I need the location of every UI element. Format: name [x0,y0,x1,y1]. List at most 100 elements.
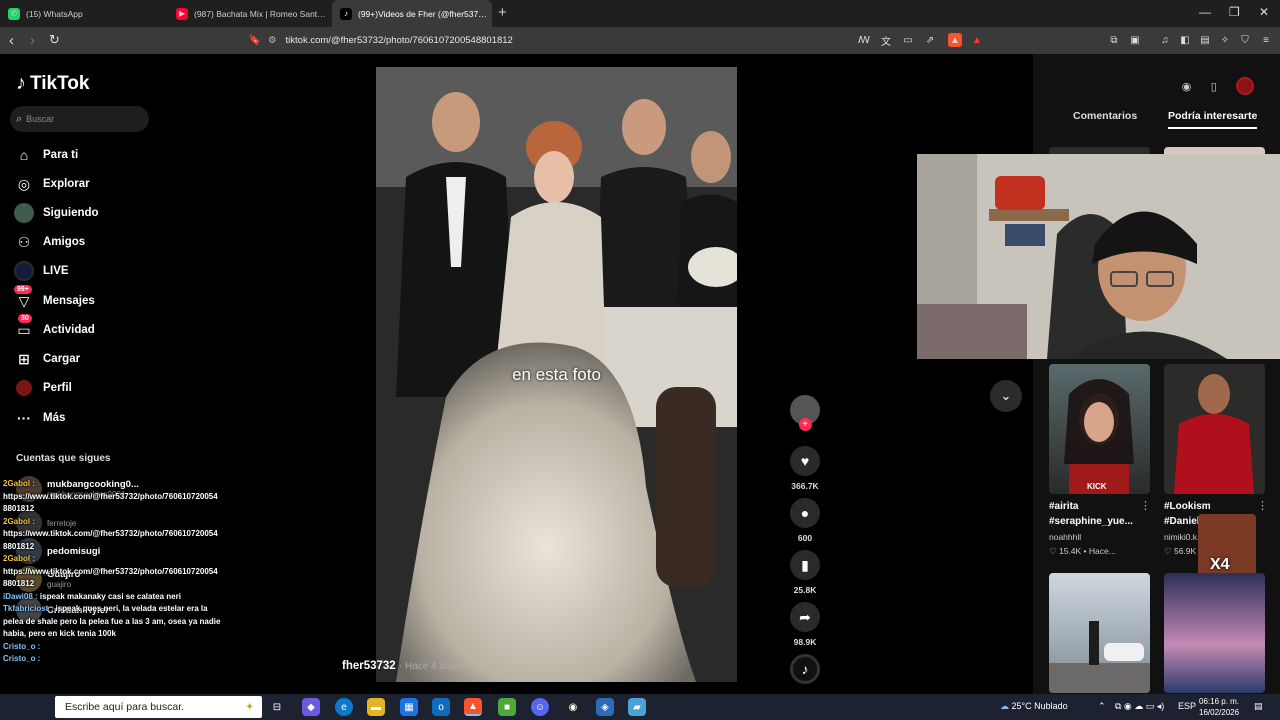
save-button[interactable]: ▮ 25.8K [789,550,821,595]
chat-line: 2Gabol : [0,553,230,566]
home-icon: ⌂ [19,147,29,163]
nav-siguiendo[interactable]: Siguiendo [14,203,99,223]
messages-icon: ▽ 99+ [14,285,34,311]
mute-icon[interactable]: ꟿ [857,33,871,47]
minecraft-icon[interactable]: ■ [498,698,516,716]
search-input[interactable]: ⌕ Buscar [10,106,149,132]
store-icon[interactable]: ▦ [400,698,418,716]
discord-icon[interactable]: ☺ [531,698,549,716]
language-indicator[interactable]: ESP [1178,701,1196,711]
translate-icon[interactable]: 文 [879,33,893,48]
edge-icon[interactable]: e [335,698,353,716]
outlook-icon[interactable]: o [432,698,450,716]
card-more-icon[interactable]: ⋮ [1257,499,1268,512]
extensions-icon[interactable]: ⧉ [1107,33,1121,47]
weather[interactable]: ☁ 25°C Nublado [1000,701,1068,712]
activity-icon: ▭ 30 [17,314,32,338]
nav-mas[interactable]: ··· Más [14,408,65,428]
chat-text: habia, pero en kick tenia 100k [3,629,116,638]
tab-youtube[interactable]: ▶ (987) Bachata Mix | Romeo Sant… [168,0,332,27]
tab-comentarios[interactable]: Comentarios [1073,110,1137,122]
nav-actividad[interactable]: ▭ 30 Actividad [14,314,95,340]
device-icon[interactable]: ▯ [1211,80,1217,93]
tab-whatsapp[interactable]: ✆ (15) WhatsApp [0,0,168,27]
back-icon[interactable]: ‹ [9,32,14,49]
card-meta: noahhhll ♡ 15.4K • Hace... [1049,530,1116,558]
minimize-icon[interactable]: — [1199,5,1211,19]
video-thumbnail-image [1064,379,1134,494]
like-button[interactable]: ♥ 366.7K [789,446,821,491]
forward-icon[interactable]: › [30,32,35,49]
close-tab-icon[interactable]: ✕ [487,7,492,20]
nav-para-ti[interactable]: ⌂ Para ti [14,145,78,165]
brave-rewards-icon[interactable]: ▲ [970,33,984,47]
tiktok-logo[interactable]: ♪ TikTok [16,72,89,95]
nav-mensajes[interactable]: ▽ 99+ Mensajes [14,285,95,311]
notifications-icon[interactable]: ▤ [1254,701,1263,712]
suggested-video-thumb[interactable] [1164,573,1265,693]
sound-button[interactable]: ♪ [789,654,821,684]
wallet-icon[interactable]: ▤ [1198,33,1212,47]
video-thumbnail-image [1174,374,1254,494]
nav-cargar[interactable]: ⊞ Cargar [14,349,80,369]
comment-count: 600 [797,533,813,543]
more-icon: ··· [17,410,31,426]
panel-tabs: Comentarios Podría interesarte [1033,110,1280,134]
suggested-video-thumb[interactable] [1049,573,1150,693]
sidebar-icon[interactable]: ◧ [1178,33,1192,47]
leo-icon[interactable]: ✧ [1218,33,1232,47]
suggested-video-thumb[interactable] [1164,364,1265,494]
tab-podria-interesarte[interactable]: Podría interesarte [1168,110,1258,129]
post-author[interactable]: fher53732 · Hace 4 día(s) [342,660,465,672]
nav-explorar[interactable]: ◎ Explorar [14,174,90,194]
app-icon[interactable]: ◈ [596,698,614,716]
close-window-icon[interactable]: ✕ [1259,5,1269,19]
browser-tab-bar: ✆ (15) WhatsApp ▶ (987) Bachata Mix | Ro… [0,0,1280,27]
cast-icon[interactable]: ▭ [901,33,915,47]
copilot-icon[interactable]: ◆ [302,698,320,716]
chat-user: 2Gabol : [3,554,36,563]
app-icon[interactable]: ▰ [628,698,646,716]
screenshot-icon[interactable]: ▣ [1128,33,1142,47]
reload-icon[interactable]: ↻ [49,32,60,48]
tray-chevron-icon[interactable]: ⌃ [1098,701,1106,712]
compass-small-icon[interactable]: ◉ [1182,80,1192,93]
clock[interactable]: 06:16 p. m. 16/02/2026 [1199,696,1239,718]
tab-tiktok[interactable]: ♪ (99+)Videos de Fher (@fher537… ✕ [332,0,492,27]
card-more-icon[interactable]: ⋮ [1140,499,1151,512]
media-icon[interactable]: ♫ [1158,33,1172,47]
profile-avatar-icon[interactable] [1236,77,1255,95]
vpn-icon[interactable]: ⛉ [1238,33,1252,47]
task-view-icon[interactable]: ⊟ [268,698,286,716]
nav-amigos[interactable]: ⚇ Amigos [14,232,85,252]
follow-plus-icon[interactable]: + [798,418,812,431]
site-info-icon[interactable]: ⚙ [268,35,277,46]
card-title[interactable]: #airita #seraphine_yue... [1049,499,1133,529]
suggested-video-thumb[interactable]: KICK [1049,364,1150,494]
file-explorer-icon[interactable]: ▬ [367,698,385,716]
tray-icons[interactable]: ⧉ ◉ ☁ ▭ ◂) [1115,701,1164,712]
nav-live[interactable]: LIVE [14,261,69,281]
comment-button[interactable]: ● 600 [789,498,821,543]
menu-icon[interactable]: ≡ [1259,33,1273,47]
carousel-dots[interactable]: ● ● ● ● ● › [526,640,609,646]
nav-label: LIVE [43,265,69,277]
author-avatar-button[interactable]: + [789,395,821,431]
share-button[interactable]: ➦ 98.9K [789,602,821,647]
share-icon[interactable]: ⇗ [923,33,937,47]
chat-user: iDawi08 : [3,591,38,601]
brave-icon[interactable]: ▲ [464,698,482,716]
whatsapp-icon: ✆ [8,7,20,20]
new-tab-button[interactable]: + [498,4,507,21]
taskbar-search[interactable]: Escribe aquí para buscar. ✦ [55,696,262,718]
bookmark-icon[interactable]: 🔖 [248,33,262,47]
nav-label: Amigos [43,236,86,248]
post-photo[interactable]: en esta foto ● ● ● ● ● › [376,67,737,682]
brave-shield-icon[interactable]: ▲ [948,33,962,47]
card-author[interactable]: noahhhll [1049,530,1116,544]
scroll-down-button[interactable]: ⌄ [990,380,1022,412]
restore-icon[interactable]: ❐ [1229,5,1240,19]
following-section-title: Cuentas que sigues [16,453,111,464]
obs-icon[interactable]: ◉ [564,698,582,716]
nav-perfil[interactable]: Perfil [14,378,72,398]
